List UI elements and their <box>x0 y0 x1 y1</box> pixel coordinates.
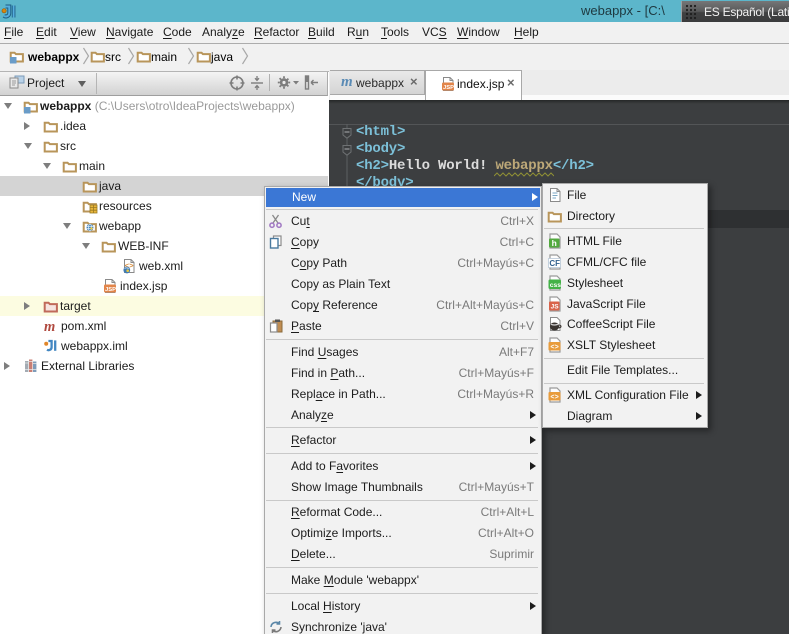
svg-text:<>: <> <box>550 394 558 402</box>
svg-text:<>: <> <box>550 344 558 352</box>
svg-text:JSP: JSP <box>443 85 454 91</box>
svg-text:CF: CF <box>549 258 560 267</box>
svg-text:m: m <box>44 319 55 334</box>
svg-text:JSP: JSP <box>105 287 116 293</box>
svg-text:h: h <box>552 238 557 248</box>
svg-text:css: css <box>550 281 562 288</box>
svg-text:JS: JS <box>551 303 560 310</box>
